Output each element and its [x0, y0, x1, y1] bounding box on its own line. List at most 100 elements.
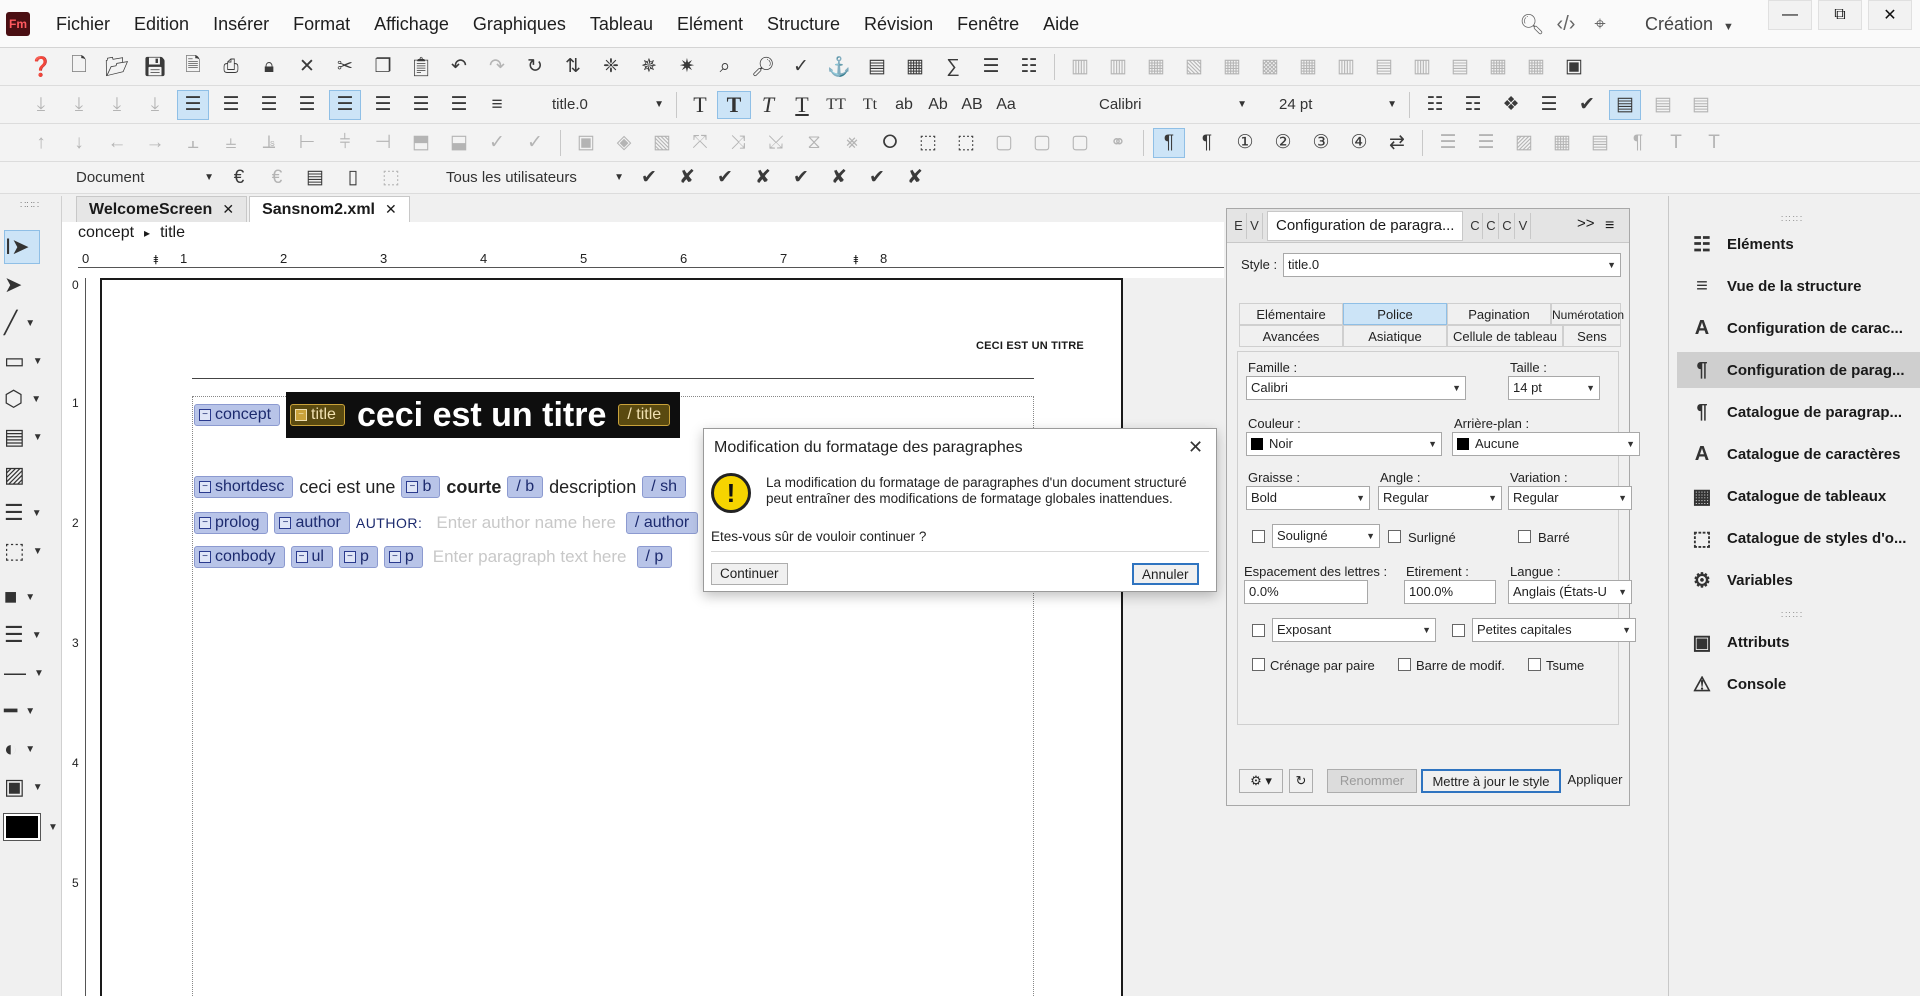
crop-icon[interactable]: ▢ [1064, 128, 1096, 158]
collapse-icon[interactable]: − [199, 481, 211, 493]
collapse-icon[interactable]: − [295, 551, 308, 563]
table-split-icon[interactable]: ▩ [1254, 52, 1286, 82]
font-family-select[interactable]: Calibri ▼ [1093, 92, 1253, 118]
align-right-icon[interactable]: ☰ [253, 90, 285, 120]
align-left-icon[interactable]: ☰ [177, 89, 209, 120]
rename-button[interactable]: Renommer [1327, 769, 1417, 793]
track-doc-icon[interactable]: ▤ [299, 163, 331, 193]
check-icon[interactable]: ✔ [1571, 90, 1603, 120]
hamburger-icon[interactable]: ≡ [1605, 217, 1614, 235]
tracking-users-select[interactable]: Tous les utilisateurs ▼ [440, 165, 630, 191]
cut-icon[interactable]: ✂ [329, 52, 361, 82]
element-tag-b[interactable]: − b [401, 476, 441, 498]
style-select[interactable]: title.0 ▼ [1283, 253, 1621, 277]
panel-item-para-catalog[interactable]: ¶ Catalogue de paragrap... [1685, 394, 1917, 430]
variation-select[interactable]: Regular ▼ [1508, 486, 1632, 510]
table-del-col-icon[interactable]: ▥ [1406, 52, 1438, 82]
element-tag-p[interactable]: − p [338, 546, 378, 568]
copy-icon[interactable]: ❐ [367, 52, 399, 82]
end-tag-shortdesc[interactable]: / sh [642, 476, 686, 498]
panel-item-console[interactable]: ⚠ Console [1685, 666, 1917, 702]
menu-format[interactable]: Format [281, 0, 362, 48]
text-bold-button[interactable]: T [717, 90, 751, 119]
menu-structure[interactable]: Structure [755, 0, 852, 48]
workspace-select[interactable]: Création ▼ [1645, 14, 1734, 35]
undo-icon[interactable]: ↶ [443, 52, 475, 82]
text-dim-icon[interactable]: T [1660, 128, 1692, 158]
apply-button[interactable]: Appliquer [1567, 769, 1623, 793]
new-doc-icon[interactable]: 🗋 [63, 52, 95, 82]
anchor-icon[interactable]: ⚓ [823, 52, 855, 82]
rotate-icon[interactable]: ⤧ [684, 128, 716, 158]
langue-select[interactable]: Anglais (États-U ▼ [1508, 580, 1632, 604]
line-style-icon[interactable]: — ▼ [4, 656, 60, 690]
tab-sens[interactable]: Sens [1563, 325, 1621, 347]
barre-checkbox[interactable] [1518, 530, 1531, 543]
paint-tool-icon[interactable]: ☰ ▼ [4, 496, 60, 530]
open-icon[interactable]: 📂︎ [101, 52, 133, 82]
ungroup-icon[interactable]: ◈ [608, 128, 640, 158]
bold-text[interactable]: courte [446, 477, 501, 498]
print-icon[interactable]: ⎙ [215, 52, 247, 82]
text-smallcaps-button[interactable]: Tt [853, 96, 887, 114]
menu-fichier[interactable]: Fichier [44, 0, 122, 48]
space-below-icon[interactable]: ⤓ [63, 90, 95, 120]
space-more-icon[interactable]: ⤓ [101, 90, 133, 120]
tab-numerotation[interactable]: Numérotation [1551, 303, 1624, 325]
line-end-icon[interactable]: ━ ▼ [4, 694, 60, 728]
style-b-icon[interactable]: ▤ [1685, 90, 1717, 120]
align-bottom-icon[interactable]: ⫡ [253, 128, 285, 158]
fill-color-icon[interactable]: ■ ▼ [4, 580, 60, 614]
search-icon[interactable]: 🔍︎ [1515, 7, 1549, 41]
tab-sansnom2[interactable]: Sansnom2.xml ✕ [249, 196, 410, 222]
menu-revision[interactable]: Révision [852, 0, 945, 48]
distribute-icon[interactable]: ⬒ [405, 128, 437, 158]
element-tag-p-inner[interactable]: − p [383, 546, 423, 568]
align-obj-right-icon[interactable]: ⊣ [367, 128, 399, 158]
text-uppercase-button[interactable]: AB [955, 96, 989, 114]
tint-icon[interactable]: ◐ ▼ [4, 732, 60, 766]
panel-item-variables[interactable]: ⚙ Variables [1685, 562, 1917, 598]
table-insert-icon[interactable]: ▥ [1064, 52, 1096, 82]
shortdesc-text[interactable]: ceci est une [299, 477, 395, 498]
table-add-row-icon[interactable]: ▤ [1368, 52, 1400, 82]
tab-stop-icon[interactable]: ≡ [481, 90, 513, 120]
polygon-tool-icon[interactable]: ⬡ ▼ [4, 382, 60, 416]
collapse-icon[interactable]: − [279, 517, 292, 529]
text-titlecase-button[interactable]: Ab [921, 96, 955, 114]
bring-front-icon[interactable]: ▧ [646, 128, 678, 158]
text-select-tool-icon[interactable]: I➤ [4, 230, 40, 264]
numbering-4-icon[interactable]: ④ [1343, 128, 1375, 158]
reject-icon[interactable]: ✘ [671, 163, 703, 193]
table-format-icon[interactable]: ▦ [1520, 52, 1552, 82]
continue-button[interactable]: Continuer [711, 563, 788, 585]
move-down-icon[interactable]: ↓ [63, 128, 95, 158]
save-all-icon[interactable]: 🗎 [177, 52, 209, 82]
table-col-icon[interactable]: ▥ [1102, 52, 1134, 82]
checkmark-icon[interactable]: ✓ [481, 128, 513, 158]
pilcrow-left-icon[interactable]: ¶ [1153, 127, 1185, 158]
structure-icon[interactable]: ☰ [1533, 90, 1565, 120]
panel-item-elements[interactable]: ☷ Eléments [1685, 226, 1917, 262]
fit-icon[interactable]: ⬚ [950, 128, 982, 158]
table-del-row-icon[interactable]: ▤ [1444, 52, 1476, 82]
taille-select[interactable]: 14 pt ▼ [1508, 376, 1600, 400]
numbering-3-icon[interactable]: ③ [1305, 128, 1337, 158]
list-b-icon[interactable]: ☰ [1470, 128, 1502, 158]
font-size-select[interactable]: 24 pt ▼ [1273, 92, 1403, 118]
tab-mini[interactable]: C [1499, 212, 1516, 239]
object-select-tool-icon[interactable]: ➤ [4, 268, 60, 302]
style-view-icon[interactable]: ▤ [1609, 89, 1641, 120]
para-style-select[interactable]: title.0 ▼ [546, 92, 670, 118]
image-tool-icon[interactable]: ▨ [4, 458, 60, 492]
line-width-icon[interactable]: ☰ ▼ [4, 618, 60, 652]
settings-gear-icon[interactable]: ⚙ ▾ [1239, 769, 1283, 793]
code-view-icon[interactable]: ‹/› [1549, 7, 1583, 41]
connect-icon[interactable]: ❈ [595, 52, 627, 82]
collapse-icon[interactable]: − [388, 551, 401, 563]
line-tool-icon[interactable]: ╱ ▼ [4, 306, 60, 340]
table-row-icon[interactable]: ▦ [1140, 52, 1172, 82]
link-icon[interactable]: ⚭ [1102, 128, 1134, 158]
end-tag-title[interactable]: / title [618, 404, 671, 426]
text-underline-button[interactable]: T [785, 92, 819, 118]
